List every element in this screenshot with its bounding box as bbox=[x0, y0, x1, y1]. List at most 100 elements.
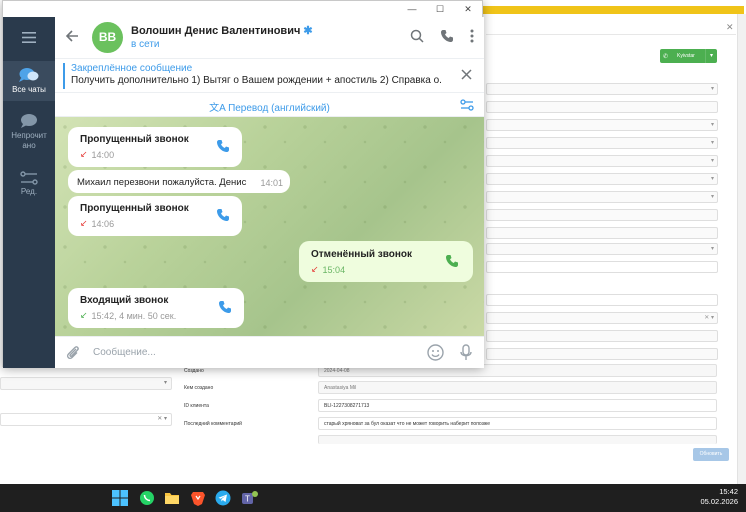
call-back-icon[interactable] bbox=[218, 300, 232, 319]
folder-unread[interactable]: Непрочит ано bbox=[3, 109, 55, 151]
phone-icon[interactable] bbox=[440, 29, 454, 48]
kyivstar-call-button[interactable]: ✆ Kyivstar ▾ bbox=[660, 49, 717, 63]
chat-title[interactable]: Волошин Денис Валентинович ✱ bbox=[131, 24, 313, 37]
avatar[interactable]: ВВ bbox=[92, 22, 123, 53]
call-message-outgoing[interactable]: Отменённый звонок ↙ 15:04 bbox=[299, 241, 473, 282]
created-label: Создано bbox=[184, 368, 204, 374]
search-icon[interactable] bbox=[410, 29, 424, 48]
chevron-down-icon: ▾ bbox=[710, 158, 714, 164]
crm-field[interactable] bbox=[486, 330, 718, 342]
brave-icon[interactable] bbox=[190, 490, 206, 506]
call-message[interactable]: Пропущенный звонок ↙ 14:00 bbox=[68, 127, 242, 167]
client-id-field[interactable]: BLI-1227308271713 bbox=[318, 399, 717, 412]
telegram-icon[interactable] bbox=[215, 490, 231, 506]
chevron-down-icon: ▾ bbox=[710, 140, 714, 146]
call-back-icon[interactable] bbox=[445, 254, 459, 273]
header-actions bbox=[410, 29, 474, 48]
call-time: 14:00 bbox=[91, 149, 115, 160]
close-pinned-icon[interactable] bbox=[461, 67, 472, 85]
missed-call-arrow-icon: ↙ bbox=[80, 149, 88, 159]
last-comment-label: Последний комментарий bbox=[184, 421, 242, 427]
text-message[interactable]: Михаил перезвони пожалуйста. Денис 14:01 bbox=[68, 170, 290, 193]
call-message[interactable]: Входящий звонок ↙ 15:42, 4 мин. 50 сек. bbox=[68, 288, 244, 328]
call-title: Входящий звонок bbox=[80, 295, 169, 306]
svg-text:T: T bbox=[245, 495, 250, 504]
message-time: 14:01 bbox=[260, 178, 283, 188]
sidebar-item-label: ано bbox=[22, 141, 36, 150]
star-badge-icon: ✱ bbox=[303, 25, 313, 37]
call-time: 14:06 bbox=[91, 218, 115, 229]
crm-select[interactable]: ▾ bbox=[486, 83, 718, 95]
update-button[interactable]: Обновить bbox=[693, 448, 729, 461]
contact-name: Волошин Денис Валентинович bbox=[131, 25, 301, 37]
call-back-icon[interactable] bbox=[216, 208, 230, 227]
system-clock[interactable]: 15:42 05.02.2026 bbox=[700, 487, 738, 507]
crm-field[interactable] bbox=[486, 294, 718, 306]
file-explorer-icon[interactable] bbox=[164, 490, 180, 506]
sidebar-item-label: Непрочит bbox=[11, 131, 47, 140]
translate-settings-icon[interactable] bbox=[460, 98, 474, 116]
created-by-value: Anastasiya Mil bbox=[324, 385, 357, 391]
message-composer: Сообщение... bbox=[55, 336, 484, 368]
chevron-down-icon: ▾ bbox=[710, 86, 714, 92]
client-id-label: ID клиента bbox=[184, 403, 209, 409]
message-list[interactable]: Пропущенный звонок ↙ 14:00 Михаил перезво… bbox=[55, 117, 484, 336]
menu-icon[interactable] bbox=[3, 25, 55, 49]
call-back-icon[interactable] bbox=[216, 139, 230, 158]
phone-icon: ✆ bbox=[662, 53, 669, 60]
crm-select[interactable]: ✕ ▾ bbox=[486, 312, 718, 324]
crm-select[interactable]: ▾ bbox=[486, 173, 718, 185]
pinned-accent-bar bbox=[63, 63, 65, 89]
windows-start-icon[interactable] bbox=[112, 490, 128, 506]
call-title: Отменённый звонок bbox=[311, 249, 413, 260]
incoming-call-arrow-icon: ↙ bbox=[80, 310, 88, 320]
pinned-message-bar[interactable]: Закреплённое сообщение Получить дополнит… bbox=[55, 59, 484, 93]
call-message[interactable]: Пропущенный звонок ↙ 14:06 bbox=[68, 196, 242, 236]
close-icon[interactable]: ✕ bbox=[454, 1, 482, 17]
crm-field[interactable] bbox=[486, 348, 718, 360]
translate-bar: 文A Перевод (английский) bbox=[55, 93, 484, 117]
translate-button[interactable]: 文A Перевод (английский) bbox=[55, 99, 484, 114]
call-time: 15:04 bbox=[322, 264, 346, 275]
more-options-icon[interactable] bbox=[470, 29, 474, 48]
last-comment-field[interactable]: старый хряноват за бул оказат что не мож… bbox=[318, 417, 717, 430]
chevron-down-icon: ▾ bbox=[710, 176, 714, 182]
crm-field[interactable] bbox=[486, 261, 718, 273]
crm-field[interactable] bbox=[486, 209, 718, 221]
created-by-field[interactable]: Anastasiya Mil bbox=[318, 381, 717, 394]
window-controls: — ☐ ✕ bbox=[398, 1, 482, 17]
attach-icon[interactable] bbox=[65, 344, 81, 366]
crm-yellow-header bbox=[478, 6, 744, 14]
crm-select[interactable]: ▾ bbox=[486, 155, 718, 167]
crm-field[interactable] bbox=[486, 227, 718, 239]
chevron-down-icon[interactable]: ▾ bbox=[705, 49, 717, 63]
folder-all-chats[interactable]: Все чаты bbox=[3, 61, 55, 101]
whatsapp-icon[interactable] bbox=[139, 490, 155, 506]
back-arrow-icon[interactable] bbox=[65, 29, 79, 48]
folder-edit[interactable]: Ред. bbox=[3, 167, 55, 201]
close-icon[interactable]: ✕ bbox=[726, 22, 734, 33]
crm-scrollbar[interactable] bbox=[737, 14, 746, 484]
chevron-down-icon: ✕ ▾ bbox=[704, 315, 714, 321]
crm-field[interactable] bbox=[486, 101, 718, 113]
microphone-icon[interactable] bbox=[460, 344, 472, 366]
crm-field[interactable] bbox=[318, 435, 717, 444]
sidebar-item-label: Все чаты bbox=[12, 85, 46, 94]
message-input[interactable]: Сообщение... bbox=[93, 347, 156, 358]
crm-select[interactable]: ▾ bbox=[0, 377, 172, 390]
clock-date: 05.02.2026 bbox=[700, 497, 738, 506]
call-title: Пропущенный звонок bbox=[80, 203, 189, 214]
crm-select[interactable]: ▾ bbox=[486, 119, 718, 131]
teams-icon[interactable]: T bbox=[241, 490, 258, 506]
emoji-icon[interactable] bbox=[427, 344, 444, 366]
crm-select[interactable]: ▾ bbox=[486, 243, 718, 255]
crm-select[interactable]: ✕ ▾ bbox=[0, 413, 172, 426]
crm-select[interactable]: ▾ bbox=[486, 137, 718, 149]
unread-chat-icon bbox=[21, 114, 37, 128]
crm-select[interactable]: ▾ bbox=[486, 191, 718, 203]
pinned-title: Закреплённое сообщение bbox=[71, 63, 193, 74]
last-comment-value: старый хряноват за бул оказат что не мож… bbox=[324, 421, 491, 427]
minimize-icon[interactable]: — bbox=[398, 1, 426, 17]
maximize-icon[interactable]: ☐ bbox=[426, 1, 454, 17]
chevron-down-icon: ▾ bbox=[710, 122, 714, 128]
